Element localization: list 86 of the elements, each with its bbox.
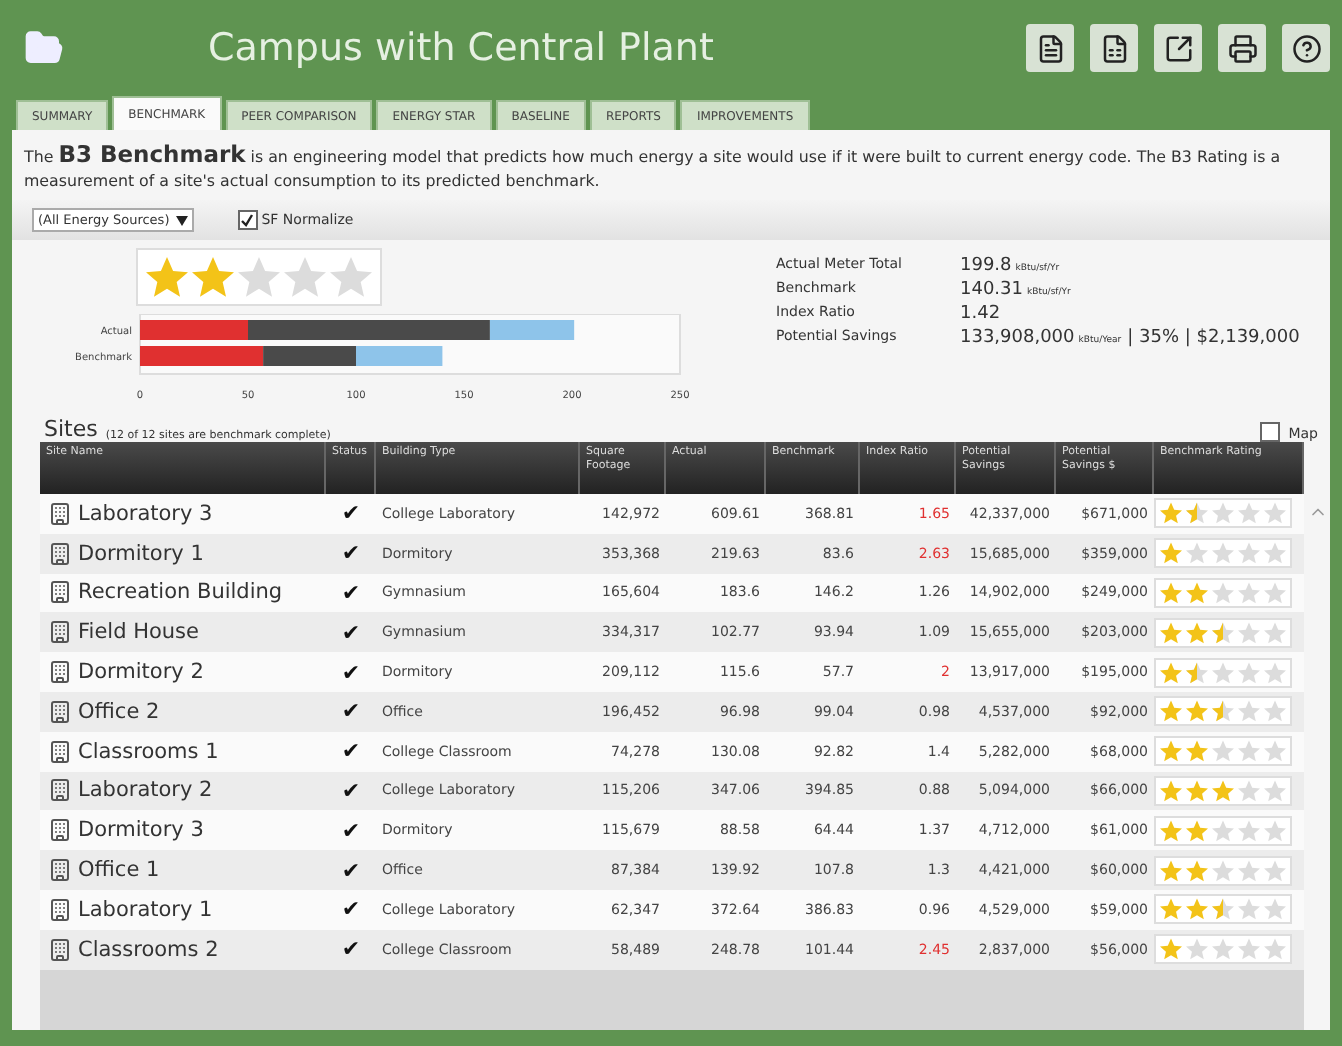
- building-icon: [48, 818, 72, 843]
- building-icon: [48, 739, 72, 764]
- star-icon: [1160, 700, 1182, 723]
- status-check: ✔: [339, 540, 363, 567]
- building-icon: [48, 858, 72, 883]
- window-title: Campus with Central Plant: [208, 26, 716, 70]
- bar: [356, 346, 443, 366]
- site-name[interactable]: Dormitory 2: [78, 660, 204, 685]
- site-name[interactable]: Field House: [78, 620, 199, 645]
- printer-button[interactable]: [1218, 24, 1266, 72]
- status-check: ✔: [339, 896, 363, 923]
- star-icon: [1186, 779, 1208, 802]
- star-icon: [1186, 740, 1208, 763]
- star-icon: [1160, 661, 1182, 684]
- star-icon: [1186, 700, 1208, 723]
- document-icon: [1035, 33, 1065, 63]
- status-check: ✔: [339, 659, 363, 686]
- building-icon: [48, 778, 72, 803]
- star-icon: [1212, 779, 1234, 802]
- status-check: ✔: [339, 777, 363, 804]
- star-icon: [1160, 859, 1182, 882]
- summary-extra: | 35% | $2,139,000: [1127, 328, 1300, 348]
- document-button[interactable]: [1026, 24, 1074, 72]
- building-icon: [48, 937, 72, 962]
- summary-value: 140.31: [960, 280, 1023, 300]
- star-icon: [1160, 779, 1182, 802]
- star-icon: [146, 256, 188, 298]
- summary-value: 199.8: [960, 256, 1012, 276]
- site-name[interactable]: Dormitory 1: [78, 541, 204, 566]
- star-icon: [1186, 581, 1208, 604]
- checkbox[interactable]: [237, 210, 258, 230]
- building-icon: [48, 620, 72, 645]
- export-icon: [1163, 33, 1193, 63]
- site-name[interactable]: Office 2: [78, 699, 160, 724]
- help-icon: [1291, 33, 1321, 63]
- section-title: Sites: [44, 416, 98, 442]
- site-name[interactable]: Classrooms 2: [78, 937, 219, 962]
- site-name[interactable]: Dormitory 3: [78, 818, 204, 843]
- status-check: ✔: [339, 500, 363, 527]
- star-icon: [1160, 542, 1182, 565]
- site-name[interactable]: Laboratory 2: [78, 778, 213, 803]
- status-check: ✔: [339, 619, 363, 646]
- summary-value: 1.42: [960, 304, 1001, 324]
- star-icon: [1186, 898, 1208, 921]
- building-icon: [48, 541, 72, 566]
- printer-icon: [1227, 33, 1257, 63]
- status-check: ✔: [339, 698, 363, 725]
- export-button[interactable]: [1154, 24, 1202, 72]
- building-icon: [48, 699, 72, 724]
- star-icon: [1160, 819, 1182, 842]
- checkbox[interactable]: [1260, 422, 1281, 442]
- building-icon: [48, 501, 72, 526]
- status-check: ✔: [339, 817, 363, 844]
- empty-star-icon: [330, 256, 372, 298]
- star-icon: [1186, 621, 1208, 644]
- bar: [263, 346, 356, 366]
- site-name[interactable]: Laboratory 1: [78, 897, 213, 922]
- star-icon: [1160, 938, 1182, 961]
- star-icon: [1186, 819, 1208, 842]
- status-check: ✔: [339, 579, 363, 606]
- star-icon: [1160, 502, 1182, 525]
- folder-icon[interactable]: [24, 28, 64, 68]
- building-icon: [48, 897, 72, 922]
- status-check: ✔: [339, 936, 363, 963]
- star-icon: [1160, 898, 1182, 921]
- spreadsheet-button[interactable]: [1090, 24, 1138, 72]
- building-icon: [48, 580, 72, 605]
- site-name[interactable]: Office 1: [78, 858, 160, 883]
- empty-star-icon: [238, 256, 280, 298]
- dropdown-arrow-icon: [175, 215, 188, 225]
- star-icon: [192, 256, 234, 298]
- building-icon: [48, 660, 72, 685]
- bar: [140, 346, 264, 366]
- empty-star-icon: [284, 256, 326, 298]
- help-button[interactable]: [1282, 24, 1330, 72]
- status-check: ✔: [339, 857, 363, 884]
- summary-value: 133,908,000: [960, 328, 1075, 348]
- site-name[interactable]: Classrooms 1: [78, 739, 219, 764]
- star-icon: [1186, 859, 1208, 882]
- site-name[interactable]: Laboratory 3: [78, 501, 213, 526]
- star-icon: [1160, 740, 1182, 763]
- status-check: ✔: [339, 738, 363, 765]
- spreadsheet-icon: [1099, 33, 1129, 63]
- site-name[interactable]: Recreation Building: [78, 580, 283, 605]
- star-icon: [1160, 621, 1182, 644]
- star-icon: [1160, 581, 1182, 604]
